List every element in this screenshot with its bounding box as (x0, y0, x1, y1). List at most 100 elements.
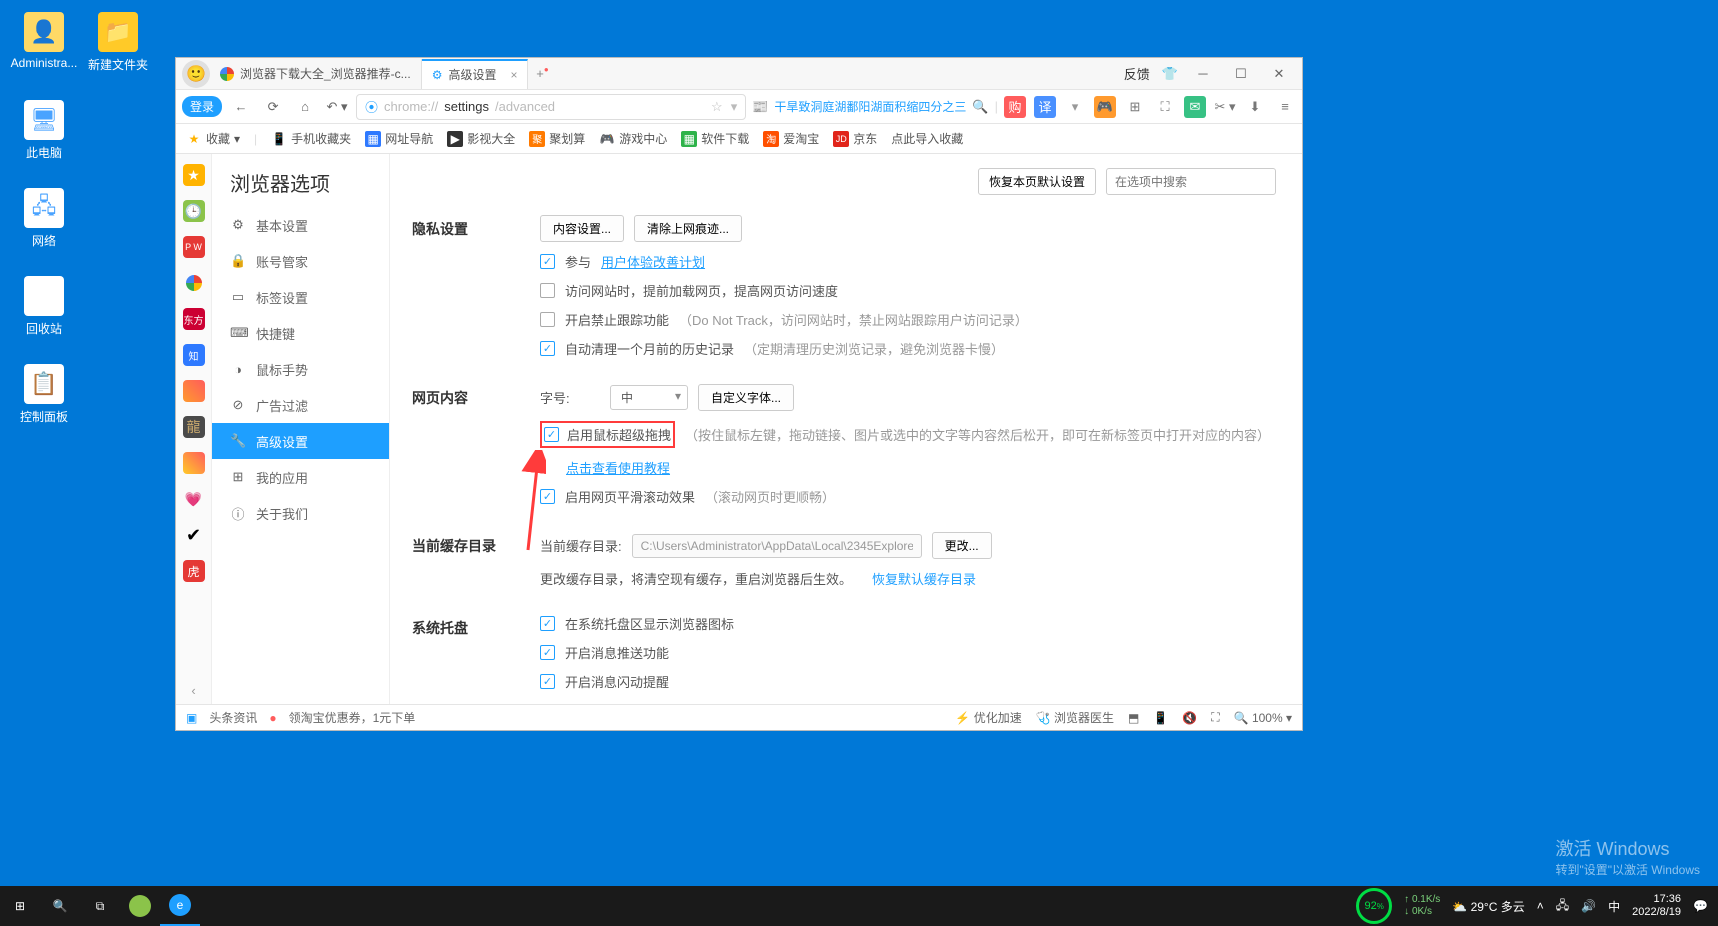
profile-avatar[interactable]: 🙂 (182, 60, 210, 88)
menu-advanced[interactable]: 🔧高级设置 (212, 423, 389, 459)
sb-collapse-icon[interactable]: ‹ (191, 683, 195, 698)
sb-game1-icon[interactable] (183, 380, 205, 402)
tray-ime[interactable]: 中 (1608, 898, 1620, 915)
reset-defaults-button[interactable]: 恢复本页默认设置 (978, 168, 1096, 195)
tutorial-link[interactable]: 点击查看使用教程 (566, 458, 670, 477)
taskview-button[interactable]: ⧉ (80, 886, 120, 926)
autoclean-checkbox[interactable]: ✓ (540, 341, 555, 356)
translate-icon[interactable]: 译 (1034, 96, 1056, 118)
bookmark-taobao[interactable]: 淘爱淘宝 (763, 130, 819, 147)
menu-shortcut[interactable]: ⌨快捷键 (212, 315, 389, 351)
search-icon[interactable]: 🔍 (972, 99, 988, 115)
phone-icon[interactable]: 📱 (1153, 711, 1168, 725)
menu-tabs[interactable]: ▭标签设置 (212, 279, 389, 315)
bookmark-nav[interactable]: ▦网址导航 (365, 130, 433, 147)
participate-checkbox[interactable]: ✓ (540, 254, 555, 269)
sb-star-icon[interactable]: ★ (183, 164, 205, 186)
star-icon[interactable]: ☆ (711, 99, 723, 115)
optimize-link[interactable]: ⚡ 优化加速 (955, 709, 1021, 726)
desktop-icon-administrator[interactable]: 👤Administra... (8, 12, 80, 70)
url-field[interactable]: ⦿ chrome://settings/advanced ☆ ▾ (356, 94, 746, 120)
search-options-input[interactable] (1106, 168, 1276, 195)
split-icon[interactable]: ⬒ (1128, 711, 1139, 725)
content-settings-button[interactable]: 内容设置... (540, 215, 624, 242)
wechat-icon[interactable]: ✉ (1184, 96, 1206, 118)
chevron-icon[interactable]: ▾ (1064, 96, 1086, 118)
start-button[interactable]: ⊞ (0, 886, 40, 926)
clear-browsing-button[interactable]: 清除上网痕迹... (634, 215, 742, 242)
doctor-link[interactable]: 🩺 浏览器医生 (1036, 709, 1114, 726)
preload-checkbox[interactable]: ✓ (540, 283, 555, 298)
cache-path-input[interactable] (632, 534, 922, 558)
menu-basic[interactable]: ⚙基本设置 (212, 207, 389, 243)
custom-font-button[interactable]: 自定义字体... (698, 384, 794, 411)
desktop-icon-control-panel[interactable]: 📋控制面板 (8, 364, 80, 425)
taskbar-browser[interactable]: e (160, 886, 200, 926)
tab-download[interactable]: 浏览器下载大全_浏览器推荐-c... (210, 59, 422, 89)
dnt-checkbox[interactable]: ✓ (540, 312, 555, 327)
zoom-label[interactable]: 🔍 100% ▾ (1234, 711, 1292, 725)
tray-volume-icon[interactable]: 🔊 (1581, 899, 1596, 913)
tray-push-checkbox[interactable]: ✓ (540, 645, 555, 660)
bookmark-ju[interactable]: 聚聚划算 (529, 130, 585, 147)
news-headline-link[interactable]: 干旱致洞庭湖鄱阳湖面积缩四分之三 (774, 98, 966, 115)
menu-account[interactable]: 🔒账号管家 (212, 243, 389, 279)
back-button[interactable]: ← (228, 94, 254, 120)
notifications-icon[interactable]: 💬 (1693, 899, 1708, 913)
chevron-down-icon[interactable]: ▾ (731, 99, 738, 115)
capture-icon[interactable]: ⛶ (1154, 96, 1176, 118)
desktop-icon-recycle-bin[interactable]: 🗑回收站 (8, 276, 80, 337)
home-button[interactable]: ⌂ (292, 94, 318, 120)
bookmark-video[interactable]: ▶影视大全 (447, 130, 515, 147)
skin-icon[interactable]: 👕 (1162, 66, 1178, 82)
menu-icon[interactable]: ≡ (1274, 96, 1296, 118)
apps-icon[interactable]: ⊞ (1124, 96, 1146, 118)
sb-nike-icon[interactable]: ✔ (183, 524, 205, 546)
ux-plan-link[interactable]: 用户体验改善计划 (601, 252, 705, 271)
change-cache-button[interactable]: 更改... (932, 532, 992, 559)
bookmark-import[interactable]: 点此导入收藏 (891, 130, 963, 147)
bookmark-software[interactable]: ▦软件下载 (681, 130, 749, 147)
feedback-link[interactable]: 反馈 (1124, 64, 1150, 83)
minimize-button[interactable]: ─ (1190, 63, 1216, 85)
sb-heart-icon[interactable]: 💗 (183, 488, 205, 510)
font-size-select[interactable]: 中 (610, 385, 688, 410)
tray-chevron-icon[interactable]: ˄ (1537, 899, 1544, 913)
tab-close-icon[interactable]: × (510, 68, 517, 82)
tray-show-checkbox[interactable]: ✓ (540, 616, 555, 631)
sb-dongfang-icon[interactable]: 东方 (183, 308, 205, 330)
maximize-button[interactable]: ☐ (1228, 63, 1254, 85)
shopping-icon[interactable]: 购 (1004, 96, 1026, 118)
game-icon[interactable]: 🎮 (1094, 96, 1116, 118)
tray-flash-checkbox[interactable]: ✓ (540, 674, 555, 689)
new-tab-button[interactable]: +● (528, 66, 556, 81)
sb-chrome-icon[interactable] (183, 272, 205, 294)
tray-network-icon[interactable]: 🖧 (1556, 896, 1569, 917)
bookmark-favorites[interactable]: ★收藏 ▾ (186, 130, 240, 147)
menu-mouse[interactable]: ◑鼠标手势 (212, 351, 389, 387)
fullscreen-icon[interactable]: ⛶ (1211, 710, 1219, 725)
sb-game2-icon[interactable] (183, 452, 205, 474)
tab-advanced-settings[interactable]: ⚙ 高级设置 × (422, 59, 529, 89)
close-button[interactable]: ✕ (1266, 63, 1292, 85)
sb-clock-icon[interactable]: 🕒 (183, 200, 205, 222)
menu-about[interactable]: ⓘ关于我们 (212, 495, 389, 531)
status-coupon[interactable]: 领淘宝优惠券，1元下单 (289, 709, 416, 726)
desktop-icon-this-pc[interactable]: 🖥此电脑 (8, 100, 80, 161)
sb-dragon-icon[interactable]: 龍 (183, 416, 205, 438)
bookmark-games[interactable]: 🎮游戏中心 (599, 130, 667, 147)
smoothscroll-checkbox[interactable]: ✓ (540, 489, 555, 504)
bookmark-mobile[interactable]: 📱手机收藏夹 (271, 130, 351, 147)
status-headline[interactable]: 头条资讯 (209, 709, 257, 726)
weather[interactable]: ⛅ 29°C 多云 (1452, 898, 1524, 915)
search-button[interactable]: 🔍 (40, 886, 80, 926)
sb-pdf-icon[interactable]: P W (183, 236, 205, 258)
taskbar-app-1[interactable] (120, 886, 160, 926)
download-icon[interactable]: ⬇ (1244, 96, 1266, 118)
screenshot-icon[interactable]: ✂ ▾ (1214, 96, 1236, 118)
bookmark-jd[interactable]: JD京东 (833, 130, 877, 147)
menu-apps[interactable]: ⊞我的应用 (212, 459, 389, 495)
menu-adblock[interactable]: ⊘广告过滤 (212, 387, 389, 423)
sb-hupu-icon[interactable]: 虎 (183, 560, 205, 582)
news-icon[interactable]: 📰 (752, 99, 768, 115)
